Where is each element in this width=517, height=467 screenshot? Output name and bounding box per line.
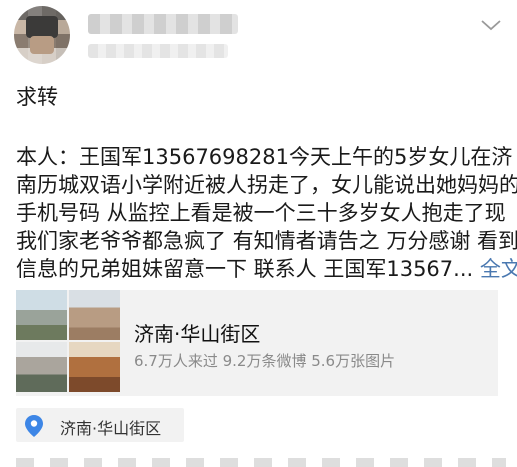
avatar[interactable] <box>14 6 70 64</box>
post-body-line: 南历城双语小学附近被人拐走了，女儿能说出她妈妈的 <box>16 173 517 197</box>
action-bar-cropped <box>16 458 506 467</box>
place-photo <box>16 342 67 392</box>
place-photo <box>69 290 120 340</box>
post-body-line: 信息的兄弟姐妹留意一下 联系人 王国军13567... <box>16 257 474 281</box>
post-title: 求转 <box>16 85 58 109</box>
location-tag-label: 济南·华山街区 <box>60 419 162 438</box>
username-redacted[interactable] <box>88 14 238 34</box>
place-card-title: 济南·华山街区 <box>134 322 261 346</box>
post-body-line: 本人：王国军13567698281今天上午的5岁女儿在济 <box>16 145 513 169</box>
post-meta-redacted <box>88 44 228 58</box>
post-body-line: 我们家老爷爷都急疯了 有知情者请告之 万分感谢 看到 <box>16 229 517 253</box>
read-more-link[interactable]: 全文 <box>480 257 517 281</box>
place-card-stats: 6.7万人来过 9.2万条微博 5.6万张图片 <box>134 352 396 370</box>
location-pin-icon <box>25 415 43 437</box>
place-card[interactable]: 济南·华山街区 6.7万人来过 9.2万条微博 5.6万张图片 <box>16 290 498 396</box>
place-photo <box>69 342 120 392</box>
place-photo <box>16 290 67 340</box>
location-tag[interactable]: 济南·华山街区 <box>16 408 184 442</box>
post-body-line: 手机号码 从监控上看是被一个三十多岁女人抱走了现 <box>16 201 506 225</box>
chevron-down-icon[interactable] <box>480 18 502 32</box>
post-body-last-line: 信息的兄弟姐妹留意一下 联系人 王国军13567... 全文 <box>16 254 517 284</box>
